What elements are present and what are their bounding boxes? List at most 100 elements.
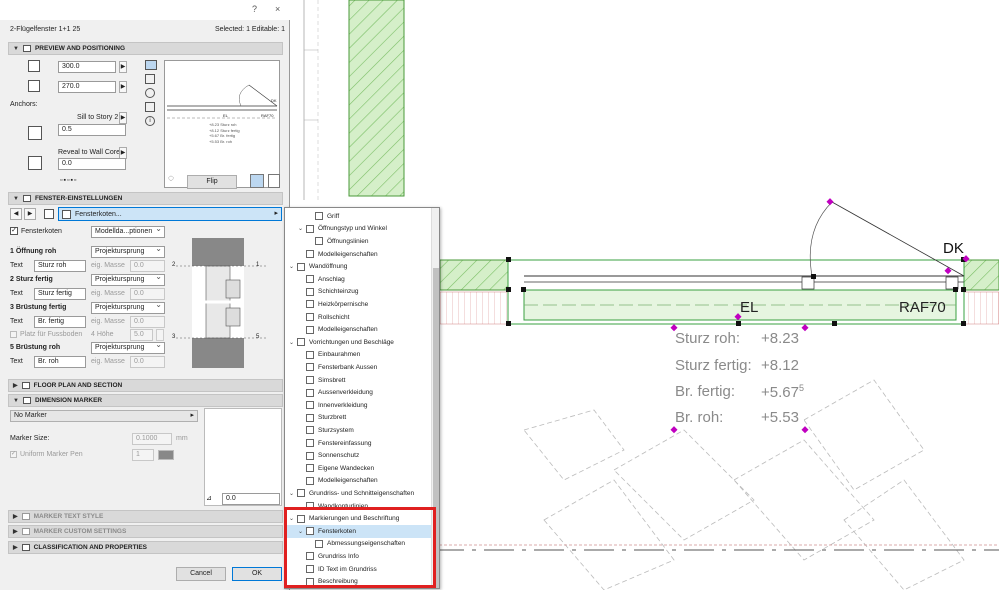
sill-label[interactable]: Sill to Story 2 [77,114,118,121]
close-button[interactable]: × [275,4,280,14]
tree-item[interactable]: Schichteinzug [285,286,431,299]
3d-view-icon[interactable] [145,88,155,98]
section-diagram-svg [176,238,266,368]
hoehe-label: 4 Höhe [91,331,114,338]
width-input[interactable]: 300.0 [58,61,116,73]
height-arrow-button[interactable]: ▶ [119,81,127,93]
tree-item[interactable]: Sonnenschutz [285,449,431,462]
tree-item[interactable]: Modelleigenschaften [285,475,431,488]
tree-item[interactable]: Fenstereinfassung [285,437,431,450]
window-settings-dialog: ? × 2-Flügelfenster 1+1 25 Selected: 1 E… [0,0,290,590]
row1-measure-input[interactable]: 0.0 [130,260,165,272]
row5-measure-label: eig. Masse [91,358,125,365]
model-select[interactable]: Modellda...ptionen [91,224,165,238]
marker-size-input[interactable]: 0.1000 [132,433,172,445]
tree-item[interactable]: Griff [285,210,431,223]
reveal-label[interactable]: Reveal to Wall Core [58,149,120,156]
tree-item[interactable]: Sturzsystem [285,424,431,437]
tree-item[interactable]: Aussenverkleidung [285,386,431,399]
tree-item[interactable]: Einbaurahmen [285,349,431,362]
classification-icon [21,544,30,551]
row2-text-input[interactable]: Sturz fertig [34,288,86,300]
pen-color-swatch[interactable] [158,450,174,460]
reveal-input[interactable]: 0.0 [58,158,126,170]
sill-arrow-button[interactable]: ▶ [119,112,127,124]
row5-text-input[interactable]: Br. roh [34,356,86,368]
ok-button[interactable]: OK [232,567,282,581]
tree-chevron-icon[interactable]: ⌄ [289,339,297,346]
mirror-icon[interactable] [250,174,264,188]
row5-ref-select[interactable]: Projektursprung [91,340,165,354]
width-arrow-button[interactable]: ▶ [119,61,127,73]
marker-size-label: Marker Size: [10,435,50,442]
hoehe-input[interactable]: 5.0 [130,329,153,341]
dimension-marker-header[interactable]: ▼ DIMENSION MARKER [8,394,283,407]
tree-item[interactable]: Fensterbank Aussen [285,361,431,374]
row3-title: 3 Brüstung fertig [10,304,67,311]
tree-chevron-icon[interactable]: ⌄ [289,490,297,497]
floor-plan-section-header[interactable]: ▶ FLOOR PLAN AND SECTION [8,379,283,392]
flip-button[interactable]: Flip [187,175,237,189]
info-line: 2-Flügelfenster 1+1 25 Selected: 1 Edita… [10,26,285,38]
platz-checkbox[interactable] [10,331,17,338]
tree-item[interactable]: Sturzbrett [285,412,431,425]
row5-measure-input[interactable]: 0.0 [130,356,165,368]
mirror2-icon[interactable] [268,174,280,188]
page-select-label: Fensterkoten... [75,211,122,218]
tree-item[interactable]: Eigene Wandecken [285,462,431,475]
anchors-label: Anchors: [10,101,38,108]
classification-header[interactable]: ▶ CLASSIFICATION AND PROPERTIES [8,541,283,554]
height-input[interactable]: 270.0 [58,81,116,93]
tree-item-label: Anschlag [318,275,345,283]
help-button[interactable]: ? [252,4,257,14]
tree-item[interactable]: Modelleigenschaften [285,248,431,261]
tree-item-icon [306,376,314,385]
anchor-buttons[interactable]: ▫▪▫▪▫ [60,177,77,184]
info-icon[interactable]: i [145,116,155,126]
tree-item[interactable]: ⌄ Grundriss- und Schnitteigenschaften [285,487,431,500]
elevation-view-icon[interactable] [145,102,155,112]
tree-item[interactable]: Innenverkleidung [285,399,431,412]
marker-select[interactable]: No Marker ▸ [10,410,198,422]
row1-text-input[interactable]: Sturz roh [34,260,86,272]
pen-input[interactable]: 1 [132,449,154,461]
tree-item[interactable]: Heizkörpernische [285,298,431,311]
tree-item[interactable]: Simsbrett [285,374,431,387]
marker-custom-settings-header[interactable]: ▶ MARKER CUSTOM SETTINGS [8,525,283,538]
tree-chevron-icon[interactable]: ⌄ [298,225,306,232]
fenster-header-label: FENSTER-EINSTELLUNGEN [34,195,123,202]
row2-measure-input[interactable]: 0.0 [130,288,165,300]
tree-item[interactable]: ⌄ Vorrichtungen und Beschläge [285,336,431,349]
marker-text-style-header[interactable]: ▶ MARKER TEXT STYLE [8,510,283,523]
row3-measure-input[interactable]: 0.0 [130,316,165,328]
tree-item[interactable]: Anschlag [285,273,431,286]
row1-title: 1 Öffnung roh [10,248,57,255]
marker-custom-settings-label: MARKER CUSTOM SETTINGS [33,528,127,535]
tree-item[interactable]: ⌄ Wandöffnung [285,260,431,273]
tree-item[interactable]: Rollschicht [285,311,431,324]
angle-input[interactable]: 0.0 [222,493,280,505]
width-icon [28,60,40,72]
row3-text-input[interactable]: Br. fertig [34,316,86,328]
next-page-button[interactable]: ▶ [24,208,36,220]
row2-ref-select[interactable]: Projektursprung [91,272,165,286]
prev-page-button[interactable]: ◀ [10,208,22,220]
tree-item-label: Einbaurahmen [318,351,361,359]
uniform-pen-checkbox[interactable]: ✓ [10,451,17,458]
tree-chevron-icon[interactable]: ⌄ [289,263,297,270]
sill-input[interactable]: 0.5 [58,124,126,136]
cancel-button[interactable]: Cancel [176,567,226,581]
fenster-settings-header[interactable]: ▼ FENSTER-EINSTELLUNGEN [8,192,283,205]
tree-item[interactable]: ⌄ Öffnungstyp und Winkel [285,223,431,236]
row3-ref-select[interactable]: Projektursprung [91,300,165,314]
section-view-icon[interactable] [145,74,155,84]
row1-ref-select[interactable]: Projektursprung [91,244,165,258]
tree-item[interactable]: Öffnungslinien [285,235,431,248]
preview-positioning-header[interactable]: ▼ PREVIEW AND POSITIONING [8,42,283,55]
section-marker-5: 5 [256,334,260,340]
floor-plan-view-icon[interactable] [145,60,157,70]
page-select[interactable]: Fensterkoten... ▸ [58,207,282,221]
fensterkoten-checkbox[interactable]: ✓ [10,227,18,235]
tree-item[interactable]: Modelleigenschaften [285,323,431,336]
dialog-titlebar: ? × [0,0,290,20]
